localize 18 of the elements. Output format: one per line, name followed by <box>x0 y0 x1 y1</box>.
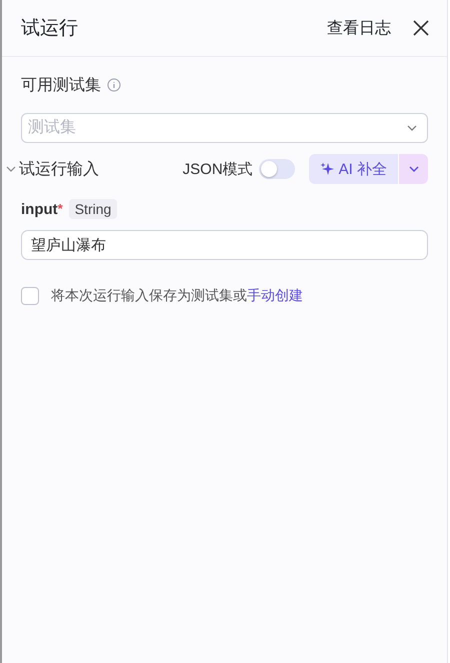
ai-complete-button[interactable]: AI 补全 <box>308 154 398 184</box>
section-title: 试运行输入 <box>19 160 99 180</box>
save-option-text: 将本次运行输入保存为测试集或手动创建 <box>51 287 303 305</box>
input-field[interactable]: 望庐山瀑布 <box>21 230 428 260</box>
view-log-link[interactable]: 查看日志 <box>327 18 391 38</box>
save-checkbox[interactable] <box>21 287 39 305</box>
panel-title: 试运行 <box>21 17 79 41</box>
json-mode-switch[interactable] <box>258 159 295 179</box>
info-icon[interactable] <box>107 78 121 92</box>
json-mode-label: JSON模式 <box>182 160 253 178</box>
ai-options-button[interactable] <box>398 154 428 184</box>
test-set-dropdown[interactable]: 测试集 <box>21 113 428 143</box>
test-set-label: 可用测试集 <box>21 76 101 96</box>
close-icon[interactable] <box>413 20 429 36</box>
manual-create-link[interactable]: 手动创建 <box>247 287 303 303</box>
field-name: input* <box>21 200 63 218</box>
sparkle-icon <box>320 162 334 176</box>
type-tag: String <box>68 199 118 219</box>
